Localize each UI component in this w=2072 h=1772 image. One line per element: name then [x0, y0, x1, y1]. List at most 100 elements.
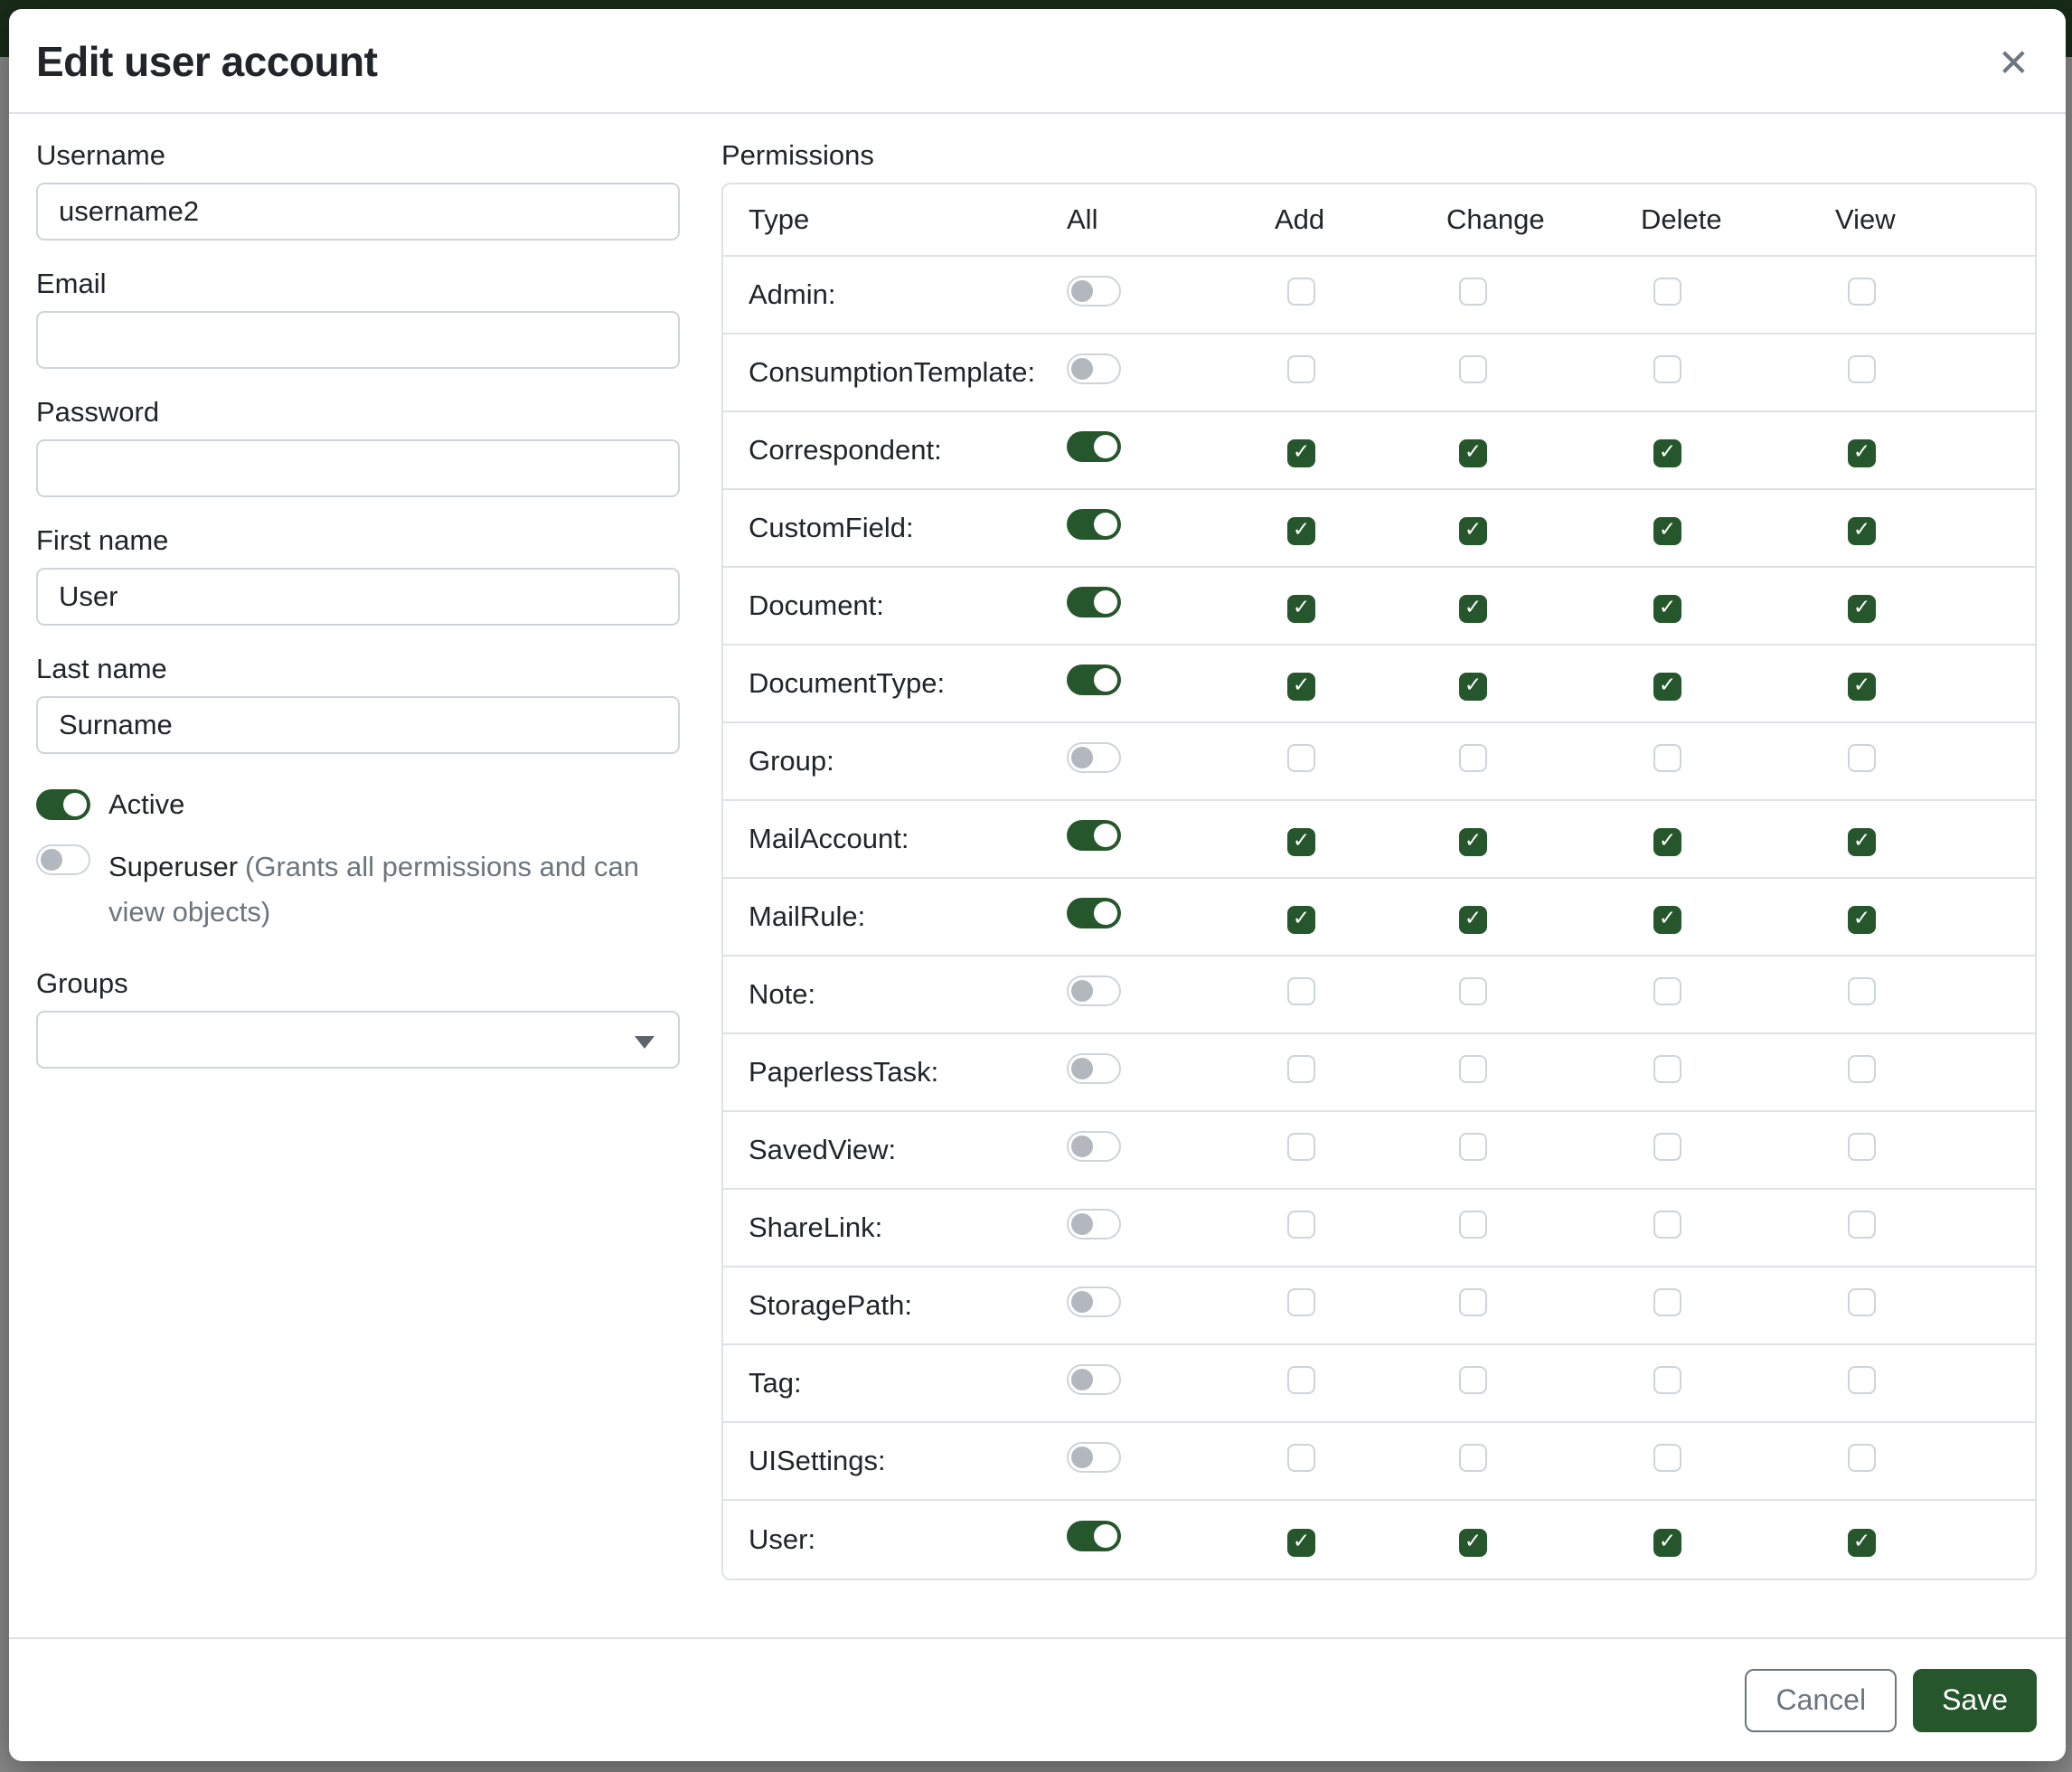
permission-delete-checkbox[interactable]: [1653, 1366, 1681, 1394]
permission-delete-checkbox[interactable]: [1653, 1133, 1681, 1161]
groups-select[interactable]: [36, 1011, 680, 1069]
permission-add-checkbox[interactable]: [1287, 977, 1315, 1005]
permission-delete-checkbox[interactable]: ✓: [1653, 595, 1681, 623]
permission-add-checkbox[interactable]: [1287, 1055, 1315, 1083]
first-name-input[interactable]: [36, 568, 680, 626]
permission-all-toggle[interactable]: [1067, 1442, 1121, 1473]
permission-add-checkbox[interactable]: [1287, 1133, 1315, 1161]
permission-all-toggle[interactable]: [1067, 509, 1121, 540]
permission-delete-checkbox[interactable]: [1653, 1444, 1681, 1472]
permission-delete-checkbox[interactable]: [1653, 1288, 1681, 1316]
permission-change-checkbox[interactable]: ✓: [1459, 1529, 1487, 1557]
permission-all-toggle[interactable]: [1067, 587, 1121, 617]
permission-add-checkbox[interactable]: [1287, 1288, 1315, 1316]
permission-add-checkbox[interactable]: ✓: [1287, 906, 1315, 934]
permission-change-checkbox[interactable]: [1459, 278, 1487, 306]
permission-change-checkbox[interactable]: [1459, 355, 1487, 383]
permission-add-checkbox[interactable]: [1287, 278, 1315, 306]
last-name-input[interactable]: [36, 696, 680, 754]
permission-add-checkbox[interactable]: ✓: [1287, 517, 1315, 545]
permission-delete-checkbox[interactable]: ✓: [1653, 1529, 1681, 1557]
permission-add-checkbox[interactable]: ✓: [1287, 673, 1315, 701]
permission-change-checkbox[interactable]: ✓: [1459, 595, 1487, 623]
permission-change-checkbox[interactable]: [1459, 1366, 1487, 1394]
permission-view-checkbox[interactable]: [1848, 1366, 1876, 1394]
permission-change-checkbox[interactable]: ✓: [1459, 828, 1487, 856]
permission-change-checkbox[interactable]: [1459, 1444, 1487, 1472]
permission-view-checkbox[interactable]: [1848, 1055, 1876, 1083]
permission-delete-checkbox[interactable]: ✓: [1653, 517, 1681, 545]
permission-add-checkbox[interactable]: ✓: [1287, 595, 1315, 623]
permission-delete-checkbox[interactable]: ✓: [1653, 673, 1681, 701]
permission-change-checkbox[interactable]: [1459, 1055, 1487, 1083]
permission-delete-checkbox[interactable]: [1653, 278, 1681, 306]
permission-all-toggle[interactable]: [1067, 1287, 1121, 1317]
permission-view-checkbox[interactable]: ✓: [1848, 1529, 1876, 1557]
permission-delete-checkbox[interactable]: [1653, 1211, 1681, 1239]
permission-view-checkbox[interactable]: [1848, 1444, 1876, 1472]
permission-all-toggle[interactable]: [1067, 276, 1121, 306]
first-name-label: First name: [36, 523, 680, 559]
permission-change-checkbox[interactable]: ✓: [1459, 906, 1487, 934]
permission-add-checkbox[interactable]: ✓: [1287, 1529, 1315, 1557]
permission-all-toggle[interactable]: [1067, 1209, 1121, 1239]
username-input[interactable]: [36, 183, 680, 240]
cancel-button[interactable]: Cancel: [1745, 1669, 1897, 1732]
active-toggle[interactable]: [36, 789, 90, 820]
permission-add-checkbox[interactable]: [1287, 1444, 1315, 1472]
permission-change-checkbox[interactable]: [1459, 1133, 1487, 1161]
permission-all-toggle[interactable]: [1067, 1053, 1121, 1084]
toggle-knob: [1094, 1524, 1117, 1548]
permission-all-toggle[interactable]: [1067, 976, 1121, 1006]
permission-add-checkbox[interactable]: [1287, 355, 1315, 383]
permission-view-checkbox[interactable]: [1848, 1288, 1876, 1316]
permission-add-checkbox[interactable]: [1287, 1366, 1315, 1394]
permission-change-checkbox[interactable]: ✓: [1459, 673, 1487, 701]
permission-view-checkbox[interactable]: [1848, 355, 1876, 383]
permission-delete-checkbox[interactable]: ✓: [1653, 439, 1681, 467]
permission-add-checkbox[interactable]: ✓: [1287, 439, 1315, 467]
permission-view-checkbox[interactable]: [1848, 278, 1876, 306]
permission-delete-checkbox[interactable]: ✓: [1653, 906, 1681, 934]
permission-delete-checkbox[interactable]: [1653, 1055, 1681, 1083]
save-button[interactable]: Save: [1913, 1669, 2037, 1732]
close-icon: ✕: [1998, 41, 2030, 85]
permission-all-toggle[interactable]: [1067, 1521, 1121, 1551]
permission-change-checkbox[interactable]: [1459, 744, 1487, 772]
password-input[interactable]: [36, 439, 680, 497]
permission-change-checkbox[interactable]: ✓: [1459, 517, 1487, 545]
permission-all-toggle[interactable]: [1067, 742, 1121, 773]
email-input[interactable]: [36, 311, 680, 369]
permission-view-checkbox[interactable]: [1848, 977, 1876, 1005]
superuser-toggle[interactable]: [36, 844, 90, 875]
permission-change-checkbox[interactable]: ✓: [1459, 439, 1487, 467]
permission-view-checkbox[interactable]: [1848, 744, 1876, 772]
permission-view-checkbox[interactable]: ✓: [1848, 828, 1876, 856]
permission-all-toggle[interactable]: [1067, 898, 1121, 928]
permission-add-checkbox[interactable]: ✓: [1287, 828, 1315, 856]
permission-add-checkbox[interactable]: [1287, 744, 1315, 772]
permission-view-checkbox[interactable]: ✓: [1848, 906, 1876, 934]
permission-all-toggle[interactable]: [1067, 1364, 1121, 1395]
permission-change-checkbox[interactable]: [1459, 977, 1487, 1005]
permission-all-toggle[interactable]: [1067, 820, 1121, 851]
close-button[interactable]: ✕: [1992, 38, 2035, 89]
permission-delete-checkbox[interactable]: [1653, 977, 1681, 1005]
permission-all-toggle[interactable]: [1067, 431, 1121, 462]
permission-delete-checkbox[interactable]: ✓: [1653, 828, 1681, 856]
active-label: Active: [108, 787, 184, 823]
permission-view-checkbox[interactable]: ✓: [1848, 673, 1876, 701]
permission-change-checkbox[interactable]: [1459, 1288, 1487, 1316]
permission-all-toggle[interactable]: [1067, 1131, 1121, 1162]
permission-view-checkbox[interactable]: ✓: [1848, 439, 1876, 467]
permission-change-checkbox[interactable]: [1459, 1211, 1487, 1239]
permission-delete-checkbox[interactable]: [1653, 744, 1681, 772]
permission-add-checkbox[interactable]: [1287, 1211, 1315, 1239]
permission-delete-checkbox[interactable]: [1653, 355, 1681, 383]
permission-view-checkbox[interactable]: ✓: [1848, 595, 1876, 623]
permission-all-toggle[interactable]: [1067, 353, 1121, 384]
permission-view-checkbox[interactable]: [1848, 1133, 1876, 1161]
permission-all-toggle[interactable]: [1067, 664, 1121, 695]
permission-view-checkbox[interactable]: [1848, 1211, 1876, 1239]
permission-view-checkbox[interactable]: ✓: [1848, 517, 1876, 545]
